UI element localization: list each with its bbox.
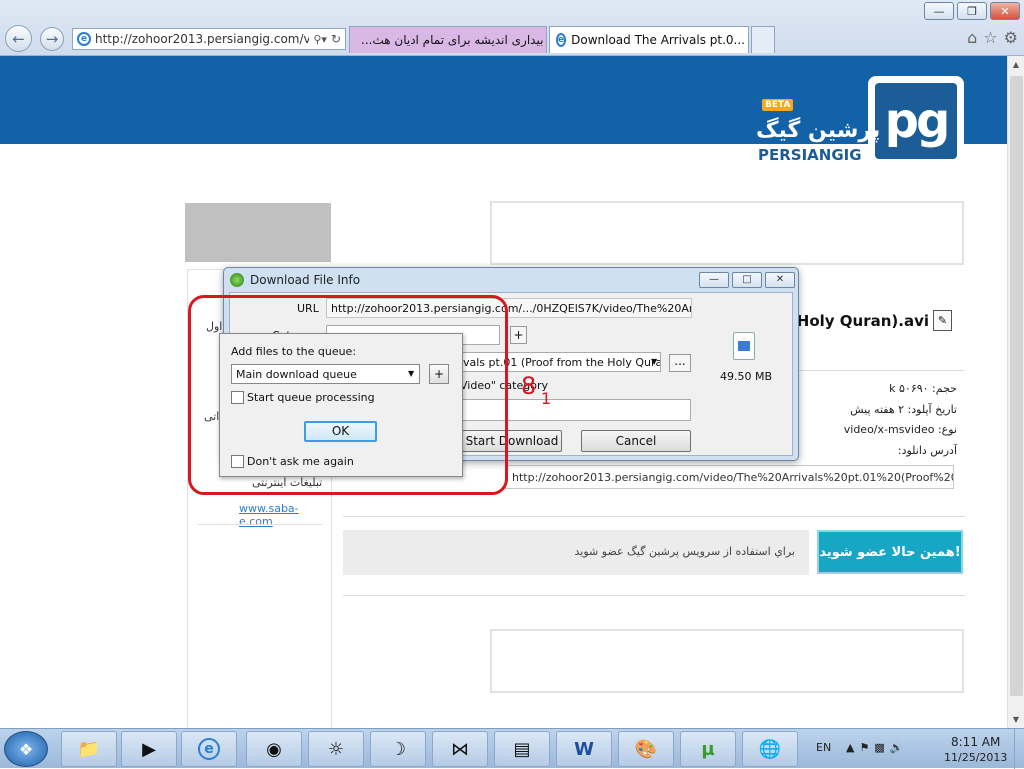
sidebar-text: اول [206, 320, 223, 333]
ad-box-top [490, 201, 964, 265]
utorrent-icon[interactable]: µ [680, 731, 736, 767]
visual-studio-icon[interactable]: ⋈ [432, 731, 488, 767]
video-file-icon [733, 332, 755, 360]
terminal-icon[interactable]: ▤ [494, 731, 550, 767]
add-queue-button[interactable]: + [429, 364, 449, 384]
download-link-field[interactable]: http://zohoor2013.persiangig.com/video/T… [505, 465, 954, 489]
tab-bidari[interactable]: ...بیداری اندیشه برای تمام ادیان هث [349, 26, 547, 53]
ie-page-icon: e [77, 32, 91, 46]
show-desktop-button[interactable] [1014, 729, 1024, 769]
tab-title: Download The Arrivals pt.0... [571, 33, 745, 47]
sidebar-text: اتی [204, 410, 220, 423]
divider [343, 595, 965, 596]
start-download-button[interactable]: Start Download [462, 430, 562, 452]
beta-badge: BETA [762, 99, 794, 111]
tab-download-arrivals[interactable]: e Download The Arrivals pt.0... ✕ [549, 26, 749, 53]
refresh-icon[interactable]: ↻ [331, 32, 341, 46]
address-url[interactable]: http://zohoor2013.persiangig.com/v [95, 32, 309, 46]
gray-ad-placeholder [185, 203, 331, 262]
scroll-up-icon[interactable]: ▲ [1008, 56, 1024, 73]
address-bar[interactable]: e http://zohoor2013.persiangig.com/v ⚲▾ … [72, 28, 346, 50]
search-icon[interactable]: ⚲▾ [313, 33, 327, 46]
start-button[interactable]: ❖ [4, 731, 48, 767]
scroll-down-icon[interactable]: ▼ [1008, 711, 1024, 728]
queue-label: Add files to the queue: [231, 345, 357, 358]
description-field[interactable] [458, 399, 691, 421]
logo-text-fa: پرشین گیگ [756, 118, 881, 143]
upload-date: تاریخ آپلود: ۲ هفته پیش [850, 403, 957, 416]
scroll-thumb[interactable] [1010, 76, 1023, 696]
join-now-button[interactable]: همين حالا عضو شويد! [817, 530, 963, 574]
minimize-button[interactable]: — [924, 2, 954, 20]
ok-button[interactable]: OK [304, 421, 377, 442]
site-logo[interactable]: pg [868, 76, 964, 166]
dialog-title: Download File Info [250, 273, 361, 287]
forward-arrow-icon: → [45, 30, 59, 48]
url-field[interactable]: http://zohoor2013.persiangig.com/.../0HZ… [326, 298, 692, 318]
document-icon: ✎ [933, 310, 952, 331]
start-queue-label: Start queue processing [247, 391, 375, 404]
gear-icon[interactable]: ⚙ [1004, 28, 1018, 47]
windows-explorer-icon[interactable]: 📁 [61, 731, 117, 767]
restore-button[interactable]: ❐ [957, 2, 987, 20]
home-icon[interactable]: ⌂ [967, 28, 977, 47]
browse-button[interactable]: ... [669, 354, 691, 372]
add-to-queue-popup: Add files to the queue: Main download qu… [219, 333, 463, 477]
language-indicator[interactable]: EN [816, 741, 831, 754]
firefox-icon[interactable]: ☼ [308, 731, 364, 767]
clock-time[interactable]: 8:11 AM [951, 735, 1000, 749]
download-address-label: آدرس دانلود: [897, 444, 957, 457]
taskbar: ❖ 📁 ▶ e ◉ ☼ ☽ ⋈ ▤ W 🎨 µ 🌐 EN ▲⚑▩🔊 8:11 A… [0, 728, 1024, 769]
tab-title: ...بیداری اندیشه برای تمام ادیان هث [361, 33, 544, 47]
file-size: حجم: ۵۰۶۹۰ k [889, 382, 957, 395]
window-controls: — ❐ ✕ [924, 2, 1020, 20]
url-label: URL [297, 302, 319, 315]
dialog-close-button[interactable]: ✕ [765, 272, 795, 288]
queue-select[interactable]: Main download queue [231, 364, 420, 384]
clock-date[interactable]: 11/25/2013 [944, 751, 1007, 764]
chrome-icon[interactable]: ◉ [246, 731, 302, 767]
dont-ask-label: Don't ask me again [247, 455, 354, 468]
divider [343, 516, 965, 517]
media-player-icon[interactable]: ▶ [121, 731, 177, 767]
back-arrow-icon: ← [12, 29, 25, 48]
sidebar-divider [198, 524, 322, 525]
logo-text-en: PERSIANGIG [758, 146, 862, 164]
start-queue-checkbox[interactable] [231, 391, 244, 404]
back-button[interactable]: ← [5, 25, 32, 52]
chevron-down-icon[interactable]: ▼ [651, 357, 657, 366]
file-type: نوع: video/x-msvideo [843, 423, 957, 436]
file-title: e Holy Quran).avi [781, 312, 929, 330]
add-category-button[interactable]: + [510, 326, 527, 344]
chevron-down-icon[interactable]: ▼ [408, 369, 414, 378]
close-window-button[interactable]: ✕ [990, 2, 1020, 20]
save-as-field[interactable]: vals pt.01 (Proof from the Holy Qura [458, 352, 661, 372]
page-scrollbar[interactable]: ▲ ▼ [1007, 56, 1024, 728]
dialog-minimize-button[interactable]: — [699, 272, 729, 288]
new-tab-button[interactable] [751, 26, 775, 53]
sidebar-ad-text: تبلیغات اینترنتی [252, 476, 323, 489]
star-icon[interactable]: ☆ [983, 28, 997, 47]
cancel-button[interactable]: Cancel [581, 430, 691, 452]
toolbar-icons: ⌂ ☆ ⚙ [967, 28, 1018, 47]
annotation-mark: 8 [521, 372, 537, 400]
internet-explorer-icon[interactable]: e [181, 731, 237, 767]
forward-button[interactable]: → [40, 27, 64, 51]
firefox-alt-icon[interactable]: ☽ [370, 731, 426, 767]
word-icon[interactable]: W [556, 731, 612, 767]
browser-chrome: — ❐ ✕ ← → e http://zohoor2013.persiangig… [0, 0, 1024, 56]
internet-download-manager-icon[interactable]: 🌐 [742, 731, 798, 767]
file-size-label: 49.50 MB [720, 370, 773, 383]
ad-box-bottom [490, 629, 964, 693]
paint-icon[interactable]: 🎨 [618, 731, 674, 767]
annotation-subscript: 1 [541, 389, 552, 408]
join-text-bar: براي استفاده از سرويس پرشين گيگ عضو شويد [343, 530, 809, 575]
ie-tab-icon: e [556, 33, 567, 47]
logo-mark: pg [875, 83, 957, 159]
system-tray-icons[interactable]: ▲⚑▩🔊 [846, 741, 908, 754]
dont-ask-checkbox[interactable] [231, 455, 244, 468]
dialog-maximize-button[interactable]: □ [732, 272, 762, 288]
idm-logo-icon [230, 273, 244, 287]
